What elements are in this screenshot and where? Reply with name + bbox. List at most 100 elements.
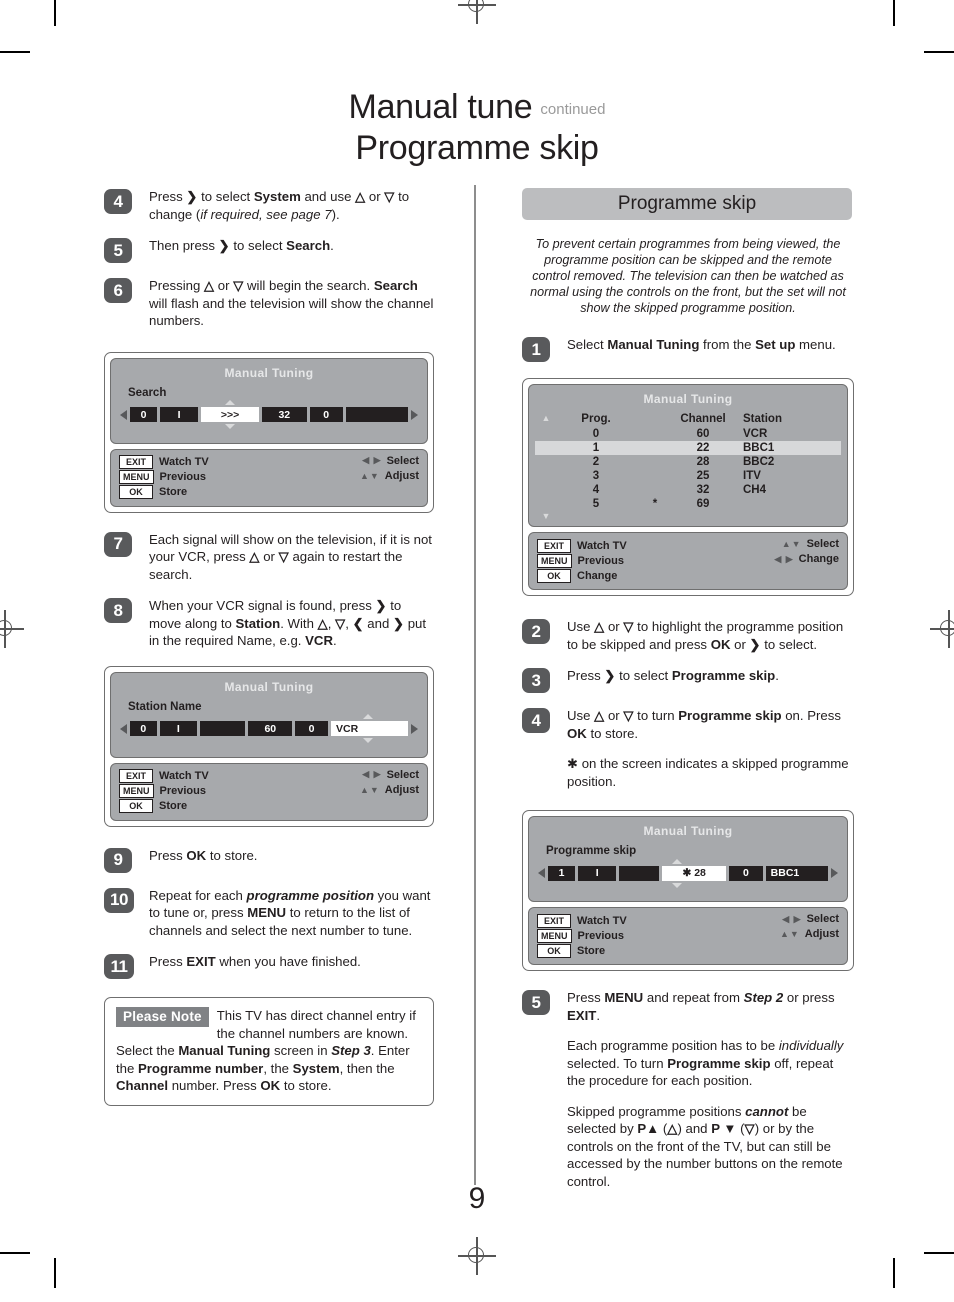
channel-list-rows: 0 60 VCR 1 22 BBC1 2 28 BBC2 3 25 ITV 4 … — [535, 427, 841, 511]
table-row[interactable]: 3 25 ITV — [535, 469, 841, 483]
section-intro-text: To prevent certain programmes from being… — [530, 237, 846, 315]
key-ok: OK — [119, 799, 153, 813]
table-row[interactable]: 4 32 CH4 — [535, 483, 841, 497]
footer-action: Store — [577, 944, 606, 957]
step-5: 5 Then press ❯ to select Search. — [104, 237, 434, 263]
right-arrow-icon — [410, 409, 418, 420]
footer-action: Previous — [577, 929, 624, 942]
please-note-badge: Please Note — [116, 1007, 209, 1027]
down-arrow-icon — [225, 424, 236, 429]
left-arrow-icon — [538, 868, 545, 878]
footer-row: OK Store — [119, 799, 419, 814]
field-prog: 0 — [130, 721, 157, 736]
lr-arrows-icon: ◀ ▶ — [774, 553, 794, 564]
up-arrow-icon — [225, 400, 236, 405]
key-menu: MENU — [537, 928, 572, 943]
table-row[interactable]: 0 60 VCR — [535, 427, 841, 441]
cell-prog: 1 — [592, 442, 600, 454]
step-11: 11 Press EXIT when you have finished. — [104, 953, 434, 979]
key-menu: MENU — [119, 470, 154, 484]
tv-footer-legend: EXIT Watch TV MENU Previous OK Store ◀ ▶ Sel… — [528, 907, 848, 965]
step-badge: 7 — [104, 531, 132, 557]
tv-screen-channel-list: Manual Tuning ▲ Prog. Channel Station 0 … — [522, 378, 854, 596]
footer-action: Previous — [159, 471, 206, 483]
field-channel: 32 — [262, 407, 307, 422]
tv-field-row: 1 I ✱ 28 0 BBC1 — [538, 858, 839, 888]
footer-hint-label: Select — [806, 538, 839, 550]
footer-hint-select: ▲▼ Select — [782, 538, 839, 550]
lr-arrows-icon: ◀ ▶ — [782, 913, 802, 924]
cell-station: BBC2 — [743, 456, 775, 468]
cell-station: BBC1 — [743, 442, 775, 454]
tv-screen-search: Manual Tuning Search 0 I >>> 32 0 EXIT W… — [104, 351, 434, 513]
key-exit: EXIT — [537, 913, 571, 928]
left-arrow-icon — [120, 723, 127, 734]
step-badge: 5 — [522, 990, 550, 1015]
key-exit: EXIT — [119, 455, 153, 469]
cell-channel: 32 — [696, 484, 710, 496]
step-7: 7 Each signal will show on the televisio… — [104, 531, 434, 584]
up-arrow-icon — [363, 714, 374, 719]
tv-screen-programme-skip: Manual Tuning Programme skip 1 I ✱ 28 0 … — [522, 810, 854, 971]
cell-channel: 22 — [696, 442, 710, 454]
step-text: Repeat for each programme position you w… — [149, 887, 431, 938]
step-badge: 6 — [104, 278, 132, 303]
step-badge: 1 — [522, 337, 550, 362]
tv-screen-area: Manual Tuning ▲ Prog. Channel Station 0 … — [528, 384, 848, 527]
field-fine: 0 — [295, 721, 329, 736]
header-prog: Prog. — [581, 413, 611, 425]
cell-station: CH4 — [743, 484, 767, 496]
footer-hint-adjust: ▲▼ Adjust — [780, 928, 839, 940]
footer-row: OK Store — [537, 943, 839, 958]
footer-hint-label: Select — [386, 768, 419, 781]
key-menu: MENU — [119, 784, 154, 798]
step-6: 6 Pressing △ or ▽ will begin the search.… — [104, 277, 434, 330]
step-badge: 3 — [522, 668, 550, 693]
footer-action: Store — [159, 486, 188, 498]
tv-screen-area: Manual Tuning Station Name 0 I 60 0 VCR — [110, 671, 428, 758]
ud-arrows-icon: ▲▼ — [779, 929, 800, 939]
header-skip-marker — [635, 413, 675, 425]
footer-hint-select: ◀ ▶ Select — [362, 455, 419, 467]
table-row-selected[interactable]: 1 22 BBC1 — [535, 441, 841, 455]
table-row[interactable]: 2 28 BBC2 — [535, 455, 841, 469]
cell-prog: 2 — [592, 456, 600, 468]
cell-prog: 5 — [592, 498, 600, 510]
cell-station: VCR — [743, 428, 768, 440]
footer-action: Previous — [159, 785, 206, 797]
step-4: 4 Press ❯ to select System and use △ or … — [104, 188, 434, 223]
footer-hint-label: Adjust — [804, 928, 839, 940]
step-badge: 8 — [104, 598, 132, 623]
closing-paragraph-2: Skipped programme positions cannot be se… — [567, 1103, 843, 1189]
cell-prog: 0 — [592, 428, 600, 440]
step-text: Press ❯ to select System and use △ or ▽ … — [149, 189, 410, 222]
tv-screen-title: Manual Tuning — [224, 365, 314, 380]
down-arrow-icon — [672, 882, 683, 888]
footer-hint-label: Change — [798, 553, 839, 565]
tv-footer-legend: EXIT Watch TV MENU Previous OK Store ◀ ▶ Sel… — [110, 448, 428, 507]
channel-list-header: ▲ Prog. Channel Station — [535, 413, 841, 427]
key-ok: OK — [537, 943, 571, 958]
key-exit: EXIT — [119, 769, 153, 783]
tv-screen-title: Manual Tuning — [224, 679, 314, 694]
key-ok: OK — [119, 485, 153, 499]
step-5-right: 5 Press MENU and repeat from Step 2 or p… — [522, 989, 854, 1190]
table-row[interactable]: 5 * 69 — [535, 497, 841, 511]
step-text: Press MENU and repeat from Step 2 or pre… — [567, 990, 835, 1023]
field-search — [200, 721, 246, 736]
cell-channel: 60 — [696, 428, 710, 440]
tv-screen-label: Search — [128, 386, 167, 399]
cell-prog: 4 — [592, 484, 600, 496]
cell-prog: 3 — [592, 470, 600, 482]
field-station — [345, 407, 408, 422]
footer-hint-change: ◀ ▶ Change — [774, 553, 839, 565]
step-badge: 4 — [522, 708, 550, 733]
tv-screen-label: Programme skip — [546, 845, 637, 857]
footer-hint-label: Adjust — [384, 783, 419, 796]
field-prog: 0 — [130, 407, 157, 422]
tv-screen-area: Manual Tuning Search 0 I >>> 32 0 — [110, 357, 428, 444]
ud-arrows-icon: ▲▼ — [359, 470, 380, 481]
column-divider — [474, 185, 476, 1185]
field-search — [619, 865, 660, 881]
step-text: Use △ or ▽ to turn Programme skip on. Pr… — [567, 708, 841, 741]
